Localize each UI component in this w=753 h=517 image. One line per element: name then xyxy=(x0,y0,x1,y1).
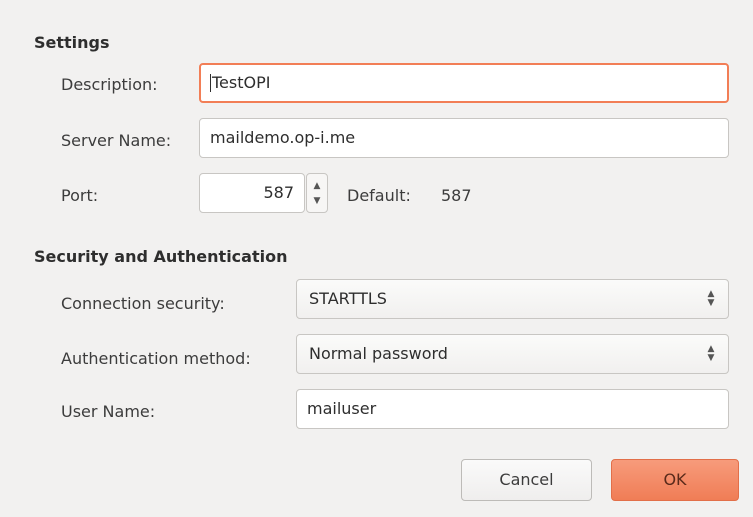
username-label: User Name: xyxy=(61,402,156,421)
port-spinner[interactable]: ▲ ▼ xyxy=(306,173,328,213)
description-label-text: Description: xyxy=(61,75,158,94)
updown-arrows-icon: ▲ ▼ xyxy=(707,289,715,308)
chevron-up-icon[interactable]: ▲ xyxy=(307,181,327,191)
description-input[interactable]: TestOPI xyxy=(199,63,729,103)
cancel-button[interactable]: Cancel xyxy=(461,459,592,501)
port-default-label: Default: xyxy=(347,186,411,205)
port-default-value: 587 xyxy=(441,186,472,205)
port-label: Port: xyxy=(61,186,99,205)
security-title: Security and Authentication xyxy=(34,247,288,266)
server-name-label: Server Name: xyxy=(61,131,172,150)
port-value: 587 xyxy=(263,183,294,202)
auth-method-value: Normal password xyxy=(309,344,448,363)
auth-method-label: Authentication method: xyxy=(61,349,251,368)
connection-security-select[interactable]: STARTTLS ▲ ▼ xyxy=(296,279,729,319)
text-caret xyxy=(210,73,211,92)
server-name-input[interactable]: maildemo.op-i.me xyxy=(199,118,729,158)
username-input[interactable]: mailuser xyxy=(296,389,729,429)
server-name-value: maildemo.op-i.me xyxy=(210,128,356,147)
connection-security-value: STARTTLS xyxy=(309,289,387,308)
port-input[interactable]: 587 xyxy=(199,173,305,213)
chevron-down-icon[interactable]: ▼ xyxy=(307,196,327,206)
username-value: mailuser xyxy=(307,399,377,418)
settings-title: Settings xyxy=(34,33,110,52)
connection-security-label: Connection security: xyxy=(61,294,225,313)
description-label: Description: xyxy=(61,75,158,95)
ok-button[interactable]: OK xyxy=(611,459,739,501)
auth-method-select[interactable]: Normal password ▲ ▼ xyxy=(296,334,729,374)
description-value: TestOPI xyxy=(212,73,271,92)
updown-arrows-icon: ▲ ▼ xyxy=(707,344,715,363)
